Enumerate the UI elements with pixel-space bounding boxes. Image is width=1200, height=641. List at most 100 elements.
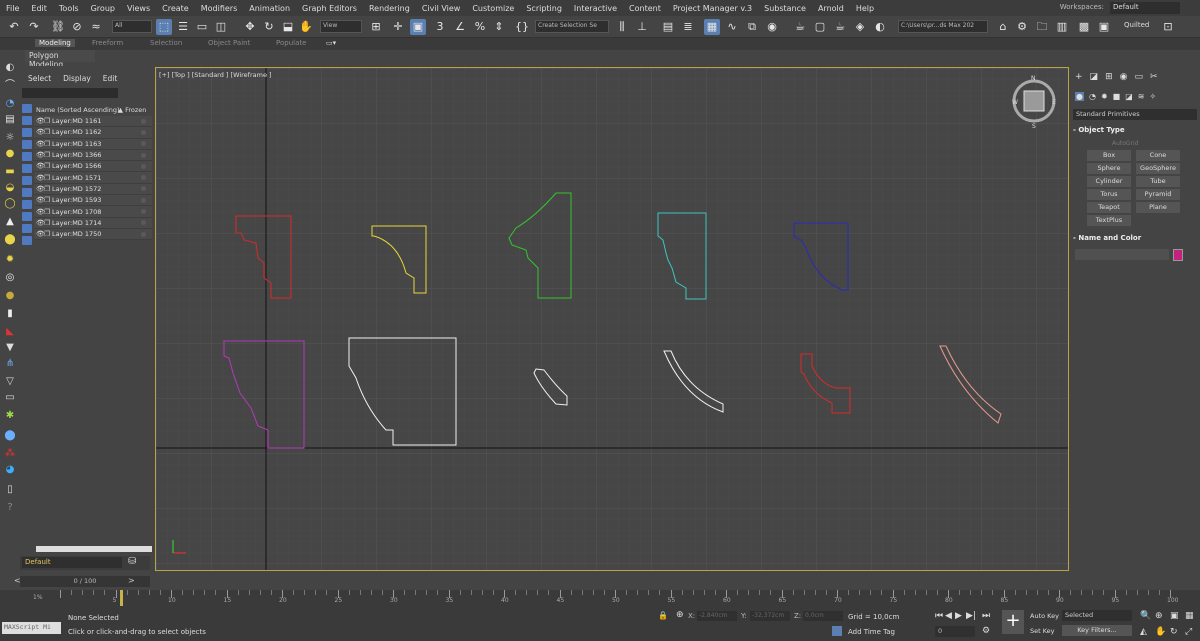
quilted-settings-icon[interactable]: ▣ bbox=[1096, 19, 1112, 35]
undo-icon[interactable]: ↶ bbox=[6, 19, 22, 35]
placement-icon[interactable]: ✋ bbox=[298, 19, 314, 35]
time-config-icon[interactable]: ⚙ bbox=[982, 626, 990, 636]
z-coordinate-field[interactable]: 0,0cm bbox=[803, 611, 843, 621]
track-bar[interactable]: 1% 5 10 15 20 25 30 35 40 45 50 55 60 65 70 75 80 85 90 95… bbox=[0, 590, 1200, 606]
display-all-icon[interactable]: ✱ bbox=[3, 410, 17, 422]
frozen-toggle-icon[interactable] bbox=[141, 175, 146, 181]
frozen-filter-icon[interactable]: ▽ bbox=[3, 376, 17, 388]
name-color-rollout[interactable]: - Name and Color bbox=[1073, 234, 1141, 242]
layer-row[interactable]: 👁 ❐ Layer:MD 1571 bbox=[34, 172, 152, 184]
menu-help[interactable]: Help bbox=[850, 4, 880, 13]
ribbon-toggle-icon[interactable]: ▦ bbox=[704, 19, 720, 35]
zoom-extents-all-icon[interactable]: ▦ bbox=[1185, 611, 1194, 621]
polygon-modeling-panel[interactable]: Polygon Modeling bbox=[25, 50, 95, 69]
viewport-label[interactable]: [+] [Top ] [Standard ] [Wireframe ] bbox=[159, 71, 272, 79]
visibility-eye-icon[interactable]: 👁 bbox=[36, 219, 45, 227]
selection-filter-dropdown[interactable]: All bbox=[112, 20, 152, 33]
display-tab-icon[interactable]: ▭ bbox=[1134, 72, 1143, 82]
project-path-dropdown[interactable]: C:\Users\pr...ds Max 202 bbox=[898, 20, 988, 33]
tab-populate[interactable]: Populate bbox=[276, 39, 306, 47]
visibility-eye-icon[interactable]: 👁 bbox=[36, 128, 45, 136]
explorer-horizontal-scrollbar[interactable] bbox=[36, 546, 152, 552]
key-selection-dropdown[interactable]: Selected bbox=[1062, 610, 1132, 621]
visibility-eye-icon[interactable]: 👁 bbox=[36, 185, 45, 193]
curve-editor-icon[interactable]: ∿ bbox=[724, 19, 740, 35]
tab-freeform[interactable]: Freeform bbox=[92, 39, 123, 47]
systems-category-icon[interactable]: ✧ bbox=[1150, 92, 1157, 101]
viewport-canvas[interactable]: N W E S bbox=[156, 68, 1069, 571]
schematic-view-icon[interactable]: ⧉ bbox=[744, 19, 760, 35]
frozen-toggle-icon[interactable] bbox=[141, 118, 146, 124]
hidden-filter-icon[interactable]: ▭ bbox=[3, 392, 17, 404]
x-coordinate-field[interactable]: -2,840cm bbox=[697, 611, 737, 621]
tab-selection[interactable]: Selection bbox=[150, 39, 182, 47]
rotate-icon[interactable]: ↻ bbox=[261, 19, 277, 35]
layer-row[interactable]: 👁 ❐ Layer:MD 1750 bbox=[34, 228, 152, 241]
frozen-toggle-icon[interactable] bbox=[141, 129, 146, 135]
current-frame-field[interactable]: 0 bbox=[935, 626, 975, 637]
box-button[interactable]: Box bbox=[1087, 150, 1131, 161]
selection-lock-icon[interactable]: 🔒 bbox=[658, 611, 668, 620]
pan-icon[interactable]: ✋ bbox=[1155, 627, 1166, 637]
top-viewport[interactable]: N W E S [+] [Top ] [Standard ] [Wirefram… bbox=[155, 67, 1069, 571]
material-editor-icon[interactable]: ◉ bbox=[764, 19, 780, 35]
menu-project-manager-v-3[interactable]: Project Manager v.3 bbox=[667, 4, 758, 13]
filter-shapes-icon[interactable] bbox=[22, 116, 32, 125]
explorer-scene-icon[interactable]: ▤ bbox=[3, 114, 17, 126]
menu-create[interactable]: Create bbox=[156, 4, 195, 13]
bones-filter-icon[interactable]: ● bbox=[3, 290, 17, 302]
layer-row[interactable]: 👁 ❐ Layer:MD 1593 bbox=[34, 195, 152, 207]
menu-scripting[interactable]: Scripting bbox=[520, 4, 568, 13]
visibility-eye-icon[interactable]: 👁 bbox=[36, 151, 45, 159]
visibility-eye-icon[interactable]: 👁 bbox=[36, 196, 45, 204]
zoom-all-icon[interactable]: ⊕ bbox=[1155, 611, 1163, 621]
geometry-filter-icon[interactable]: ▬ bbox=[3, 166, 17, 178]
unlink-icon[interactable]: ⊘ bbox=[69, 19, 85, 35]
modify-tab-icon[interactable]: ◪ bbox=[1090, 72, 1099, 82]
quilted-icon[interactable]: ▩ bbox=[1076, 19, 1092, 35]
utilities-tab-icon[interactable]: ✂ bbox=[1150, 72, 1158, 82]
geosphere-button[interactable]: GeoSphere bbox=[1136, 163, 1180, 174]
set-keys-button[interactable]: + bbox=[1002, 610, 1024, 634]
frozen-toggle-icon[interactable] bbox=[141, 152, 146, 158]
open-folder-icon[interactable]: 🗀 bbox=[1034, 19, 1050, 35]
invert-display-icon[interactable]: ⬤ bbox=[3, 430, 17, 442]
display-icon[interactable]: ● bbox=[3, 148, 17, 160]
textplus-button[interactable]: TextPlus bbox=[1087, 215, 1131, 226]
teapot-button[interactable]: Teapot bbox=[1087, 202, 1131, 213]
rendered-frame-window-icon[interactable]: ▢ bbox=[812, 19, 828, 35]
menu-substance[interactable]: Substance bbox=[758, 4, 812, 13]
layer-row[interactable]: 👁 ❐ Layer:MD 1714 bbox=[34, 217, 152, 229]
sun-icon[interactable]: ✹ bbox=[3, 254, 17, 266]
create-tab-icon[interactable]: + bbox=[1075, 72, 1083, 82]
helpers-filter-icon[interactable]: ⬤ bbox=[3, 234, 17, 246]
visibility-eye-icon[interactable]: 👁 bbox=[36, 174, 45, 182]
pyramid-button[interactable]: Pyramid bbox=[1136, 189, 1180, 200]
menu-graph-editors[interactable]: Graph Editors bbox=[296, 4, 363, 13]
isolate-selection-icon[interactable]: ⊕ bbox=[676, 610, 684, 620]
lights-category-icon[interactable]: ✹ bbox=[1101, 92, 1108, 101]
tab-modeling[interactable]: Modeling bbox=[35, 39, 75, 47]
visibility-eye-icon[interactable]: 👁 bbox=[36, 117, 45, 125]
frame-ruler[interactable]: 5 10 15 20 25 30 35 40 45 50 55 60 65 70 75 80 85 90 95 100 bbox=[60, 590, 1178, 606]
next-frame-icon[interactable]: ▶| bbox=[966, 611, 976, 621]
layer-explorer-icon[interactable]: ≣ bbox=[680, 19, 696, 35]
layer-row[interactable]: 👁 ❐ Layer:MD 1162 bbox=[34, 127, 152, 139]
select-object-icon[interactable]: ⬚ bbox=[156, 19, 172, 35]
containers-filter-icon[interactable]: ⋔ bbox=[3, 358, 17, 370]
column-name-header[interactable]: Name (Sorted Ascending) bbox=[36, 106, 120, 114]
column-frozen-header[interactable]: ▲ Frozen bbox=[118, 106, 146, 114]
menu-edit[interactable]: Edit bbox=[25, 4, 53, 13]
frozen-toggle-icon[interactable] bbox=[141, 231, 146, 237]
filter-particles-icon[interactable] bbox=[22, 224, 32, 233]
menu-civil-view[interactable]: Civil View bbox=[416, 4, 467, 13]
link-tool-icon[interactable]: ⌒ bbox=[3, 80, 17, 92]
cameras-category-icon[interactable]: ■ bbox=[1113, 92, 1121, 101]
rect-selection-icon[interactable]: ▭ bbox=[194, 19, 210, 35]
particles-filter-icon[interactable]: ▮ bbox=[3, 308, 17, 320]
groups-filter-icon[interactable]: ◣ bbox=[3, 326, 17, 338]
mirror-icon[interactable]: ⫼ bbox=[614, 19, 630, 35]
play-icon[interactable]: ▶ bbox=[955, 611, 962, 621]
visibility-eye-icon[interactable]: 👁 bbox=[36, 208, 45, 216]
layer-row[interactable]: 👁 ❐ Layer:MD 1163 bbox=[34, 138, 152, 150]
